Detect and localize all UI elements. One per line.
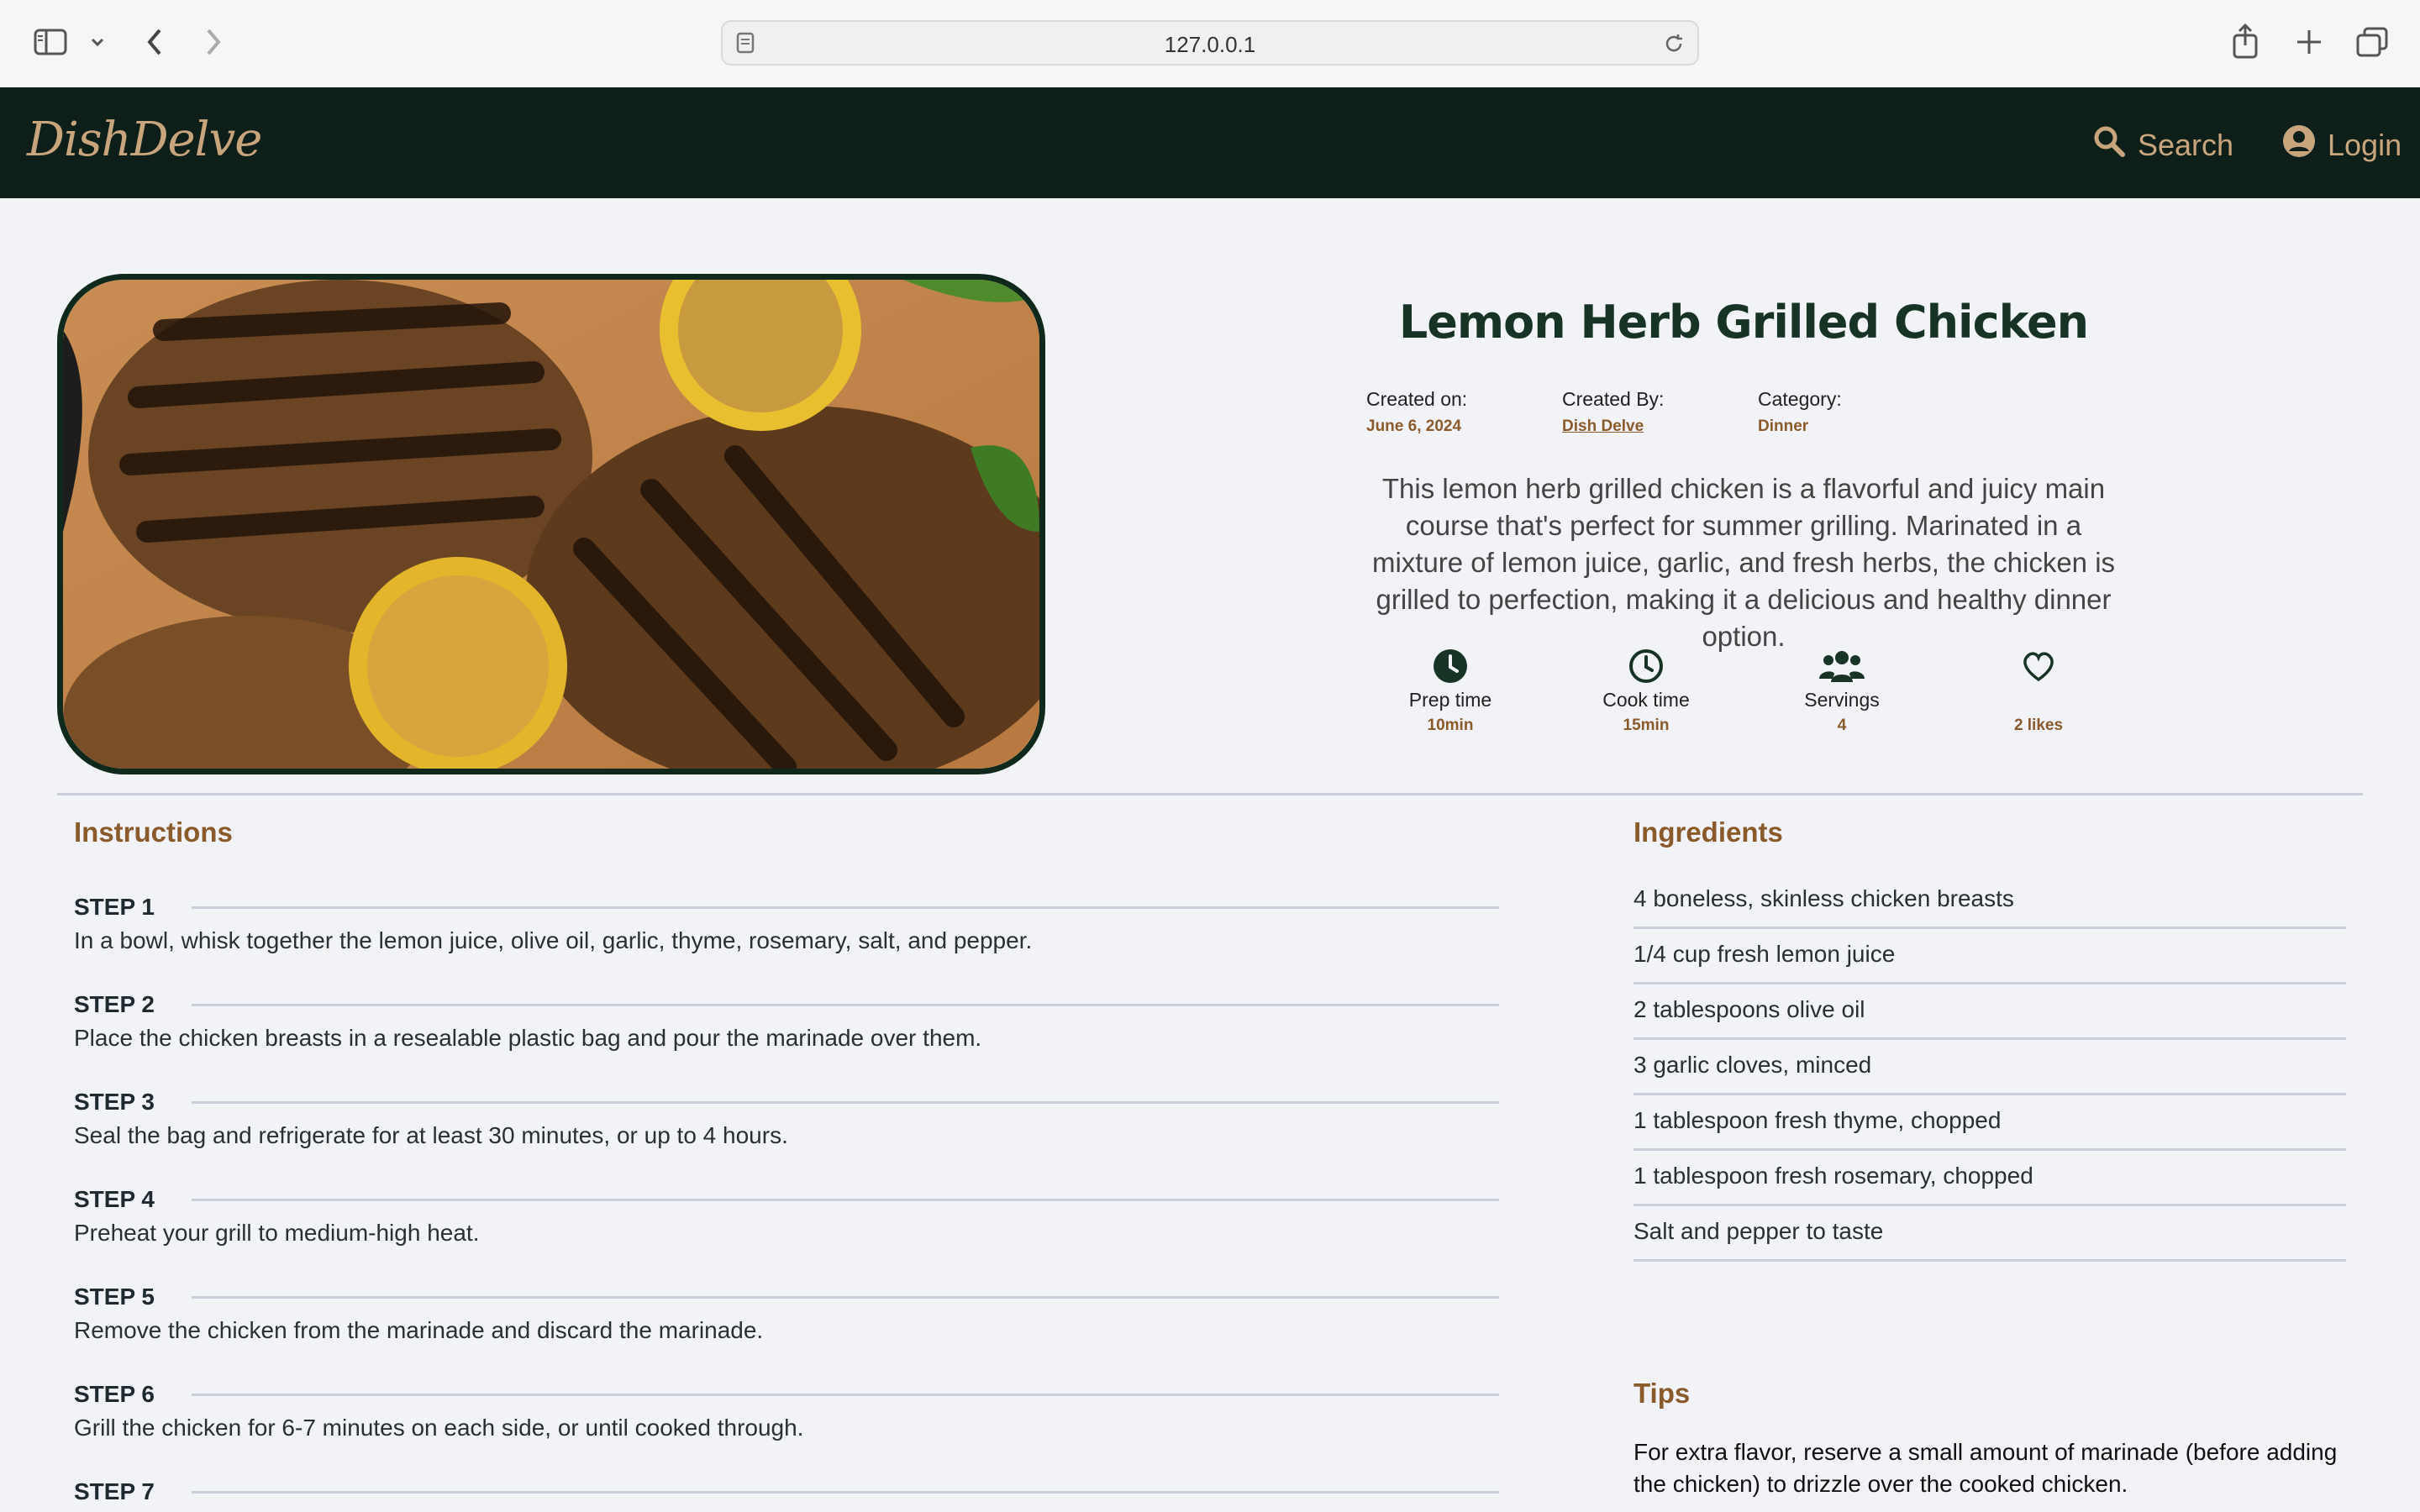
instructions-heading: Instructions [74, 816, 233, 848]
step-text: In a bowl, whisk together the lemon juic… [74, 927, 1033, 953]
step-divider [191, 1490, 1499, 1494]
ingredient-text: 1/4 cup fresh lemon juice [1634, 941, 1896, 967]
section-divider [57, 793, 2363, 795]
step-label: STEP 7 [74, 1478, 155, 1504]
author-link[interactable]: Dish Delve [1562, 417, 1664, 436]
users-icon [1766, 647, 1918, 685]
clock-filled-icon [1375, 647, 1526, 685]
user-circle-icon [2282, 124, 2316, 165]
stat-servings: Servings 4 [1766, 647, 1918, 735]
back-icon[interactable] [143, 27, 166, 61]
prep-time-value: 10min [1427, 717, 1474, 734]
ingredient-text: 1 tablespoon fresh thyme, chopped [1634, 1107, 2002, 1133]
step-item: STEP 4 Preheat your grill to medium-high… [74, 1186, 1499, 1247]
chevron-down-icon[interactable] [89, 34, 106, 55]
tabs-overview-icon[interactable] [2356, 27, 2388, 61]
cook-time-value: 15min [1623, 717, 1670, 734]
step-item: STEP 7 [74, 1478, 1499, 1505]
stat-prep-time: Prep time 10min [1375, 647, 1526, 735]
step-item: STEP 1 In a bowl, whisk together the lem… [74, 894, 1499, 954]
stat-likes: 2 likes [1963, 647, 2114, 735]
ingredient-item: 1 tablespoon fresh rosemary, chopped [1634, 1151, 2346, 1206]
step-text: Seal the bag and refrigerate for at leas… [74, 1122, 788, 1148]
created-by-label: Created By: [1562, 388, 1665, 410]
likes-spacer [1963, 689, 2114, 711]
ingredient-item: 1/4 cup fresh lemon juice [1634, 929, 2346, 984]
step-item: STEP 2 Place the chicken breasts in a re… [74, 991, 1499, 1052]
step-label: STEP 6 [74, 1381, 155, 1407]
step-divider [191, 1198, 1499, 1201]
browser-toolbar: 127.0.0.1 [0, 0, 2420, 88]
ingredient-item: 4 boneless, skinless chicken breasts [1634, 874, 2346, 929]
ingredient-text: 3 garlic cloves, minced [1634, 1052, 1872, 1078]
sidebar-toggle-icon[interactable] [34, 29, 67, 60]
meta-created-on: Created on: June 6, 2024 [1366, 388, 1467, 436]
search-label: Search [2138, 127, 2234, 162]
ingredient-item: 1 tablespoon fresh thyme, chopped [1634, 1095, 2346, 1151]
login-link[interactable]: Login [2282, 124, 2402, 165]
step-text: Remove the chicken from the marinade and… [74, 1317, 764, 1343]
ingredient-text: 2 tablespoons olive oil [1634, 996, 1865, 1022]
meta-created-by: Created By: Dish Delve [1562, 388, 1664, 436]
cook-time-label: Cook time [1602, 689, 1690, 711]
site-logo[interactable]: DishDelve [27, 113, 262, 167]
servings-value: 4 [1837, 717, 1847, 734]
meta-category: Category: Dinner [1758, 388, 1842, 436]
clock-outline-icon [1570, 647, 1722, 685]
ingredient-text: 1 tablespoon fresh rosemary, chopped [1634, 1163, 2033, 1189]
heart-icon[interactable] [1963, 647, 2114, 685]
step-label: STEP 5 [74, 1284, 155, 1310]
step-divider [191, 1393, 1499, 1396]
new-tab-icon[interactable] [2296, 29, 2323, 60]
login-label: Login [2328, 127, 2402, 162]
ingredient-item: Salt and pepper to taste [1634, 1206, 2346, 1262]
ingredients-heading: Ingredients [1634, 816, 1783, 848]
search-icon [2092, 124, 2126, 165]
servings-label: Servings [1804, 689, 1880, 711]
step-item: STEP 6 Grill the chicken for 6-7 minutes… [74, 1381, 1499, 1441]
ingredient-text: Salt and pepper to taste [1634, 1218, 1884, 1244]
ingredient-text: 4 boneless, skinless chicken breasts [1634, 885, 2014, 911]
ingredient-item: 3 garlic cloves, minced [1634, 1040, 2346, 1095]
step-text: Preheat your grill to medium-high heat. [74, 1220, 480, 1246]
step-label: STEP 3 [74, 1089, 155, 1115]
tips-heading: Tips [1634, 1378, 1691, 1409]
site-header: DishDelve Search Login [0, 87, 2420, 198]
step-label: STEP 1 [74, 894, 155, 920]
step-item: STEP 3 Seal the bag and refrigerate for … [74, 1089, 1499, 1149]
share-icon[interactable] [2232, 23, 2259, 63]
recipe-title: Lemon Herb Grilled Chicken [1398, 296, 2089, 349]
step-divider [191, 1100, 1499, 1104]
search-link[interactable]: Search [2092, 124, 2233, 165]
stat-cook-time: Cook time 15min [1570, 647, 1722, 735]
step-label: STEP 4 [74, 1186, 155, 1212]
created-on-value: June 6, 2024 [1366, 417, 1462, 435]
likes-value: 2 likes [2013, 717, 2064, 734]
created-on-label: Created on: [1366, 388, 1468, 410]
category-label: Category: [1758, 388, 1842, 410]
prep-time-label: Prep time [1408, 689, 1492, 711]
reload-icon[interactable] [1662, 32, 1686, 60]
url-text: 127.0.0.1 [1164, 32, 1256, 57]
recipe-photo [57, 274, 1045, 774]
step-divider [191, 1003, 1499, 1006]
recipe-description: This lemon herb grilled chicken is a fla… [1371, 473, 2116, 652]
address-bar[interactable]: 127.0.0.1 [721, 20, 1699, 66]
forward-icon[interactable] [202, 27, 225, 61]
step-item: STEP 5 Remove the chicken from the marin… [74, 1284, 1499, 1344]
category-value: Dinner [1758, 417, 1809, 435]
tips-text: For extra flavor, reserve a small amount… [1634, 1439, 2338, 1497]
ingredient-item: 2 tablespoons olive oil [1634, 984, 2346, 1040]
step-text: Grill the chicken for 6-7 minutes on eac… [74, 1415, 804, 1441]
step-divider [191, 906, 1499, 909]
step-text: Place the chicken breasts in a resealabl… [74, 1025, 982, 1051]
step-label: STEP 2 [74, 991, 155, 1017]
step-divider [191, 1295, 1499, 1299]
